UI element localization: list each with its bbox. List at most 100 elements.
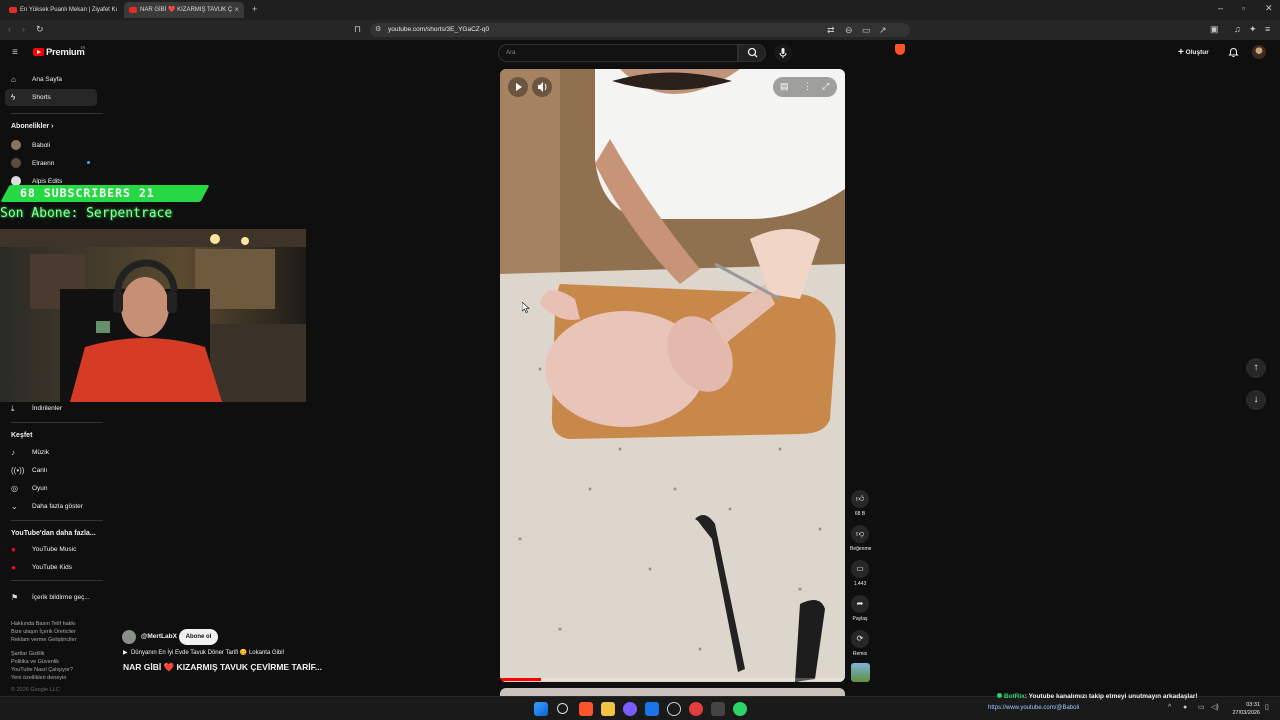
- translate-icon[interactable]: ⇄: [827, 26, 835, 35]
- volume-icon: [538, 82, 547, 92]
- youtube-logo-icon[interactable]: [33, 48, 44, 56]
- discord-icon[interactable]: [623, 702, 637, 716]
- playlist-link[interactable]: ▶ Dünyanın En İyi Evde Tavuk Döner Tarif…: [123, 649, 284, 656]
- previous-short-button[interactable]: ↑: [1246, 358, 1266, 378]
- sidebar-item-label: Müzik: [32, 449, 49, 456]
- forward-icon[interactable]: ›: [22, 25, 25, 34]
- sidebar-toggle-icon[interactable]: ▣: [1210, 25, 1219, 34]
- sidebar-item-label: Ana Sayfa: [32, 76, 62, 83]
- tab-title: NAR GİBİ ❤️ KIZARMIŞ TAVUK Ç: [140, 7, 233, 13]
- dislike-label: Beğenme: [850, 546, 872, 552]
- next-short-preview[interactable]: [500, 688, 845, 696]
- channel-avatar[interactable]: [122, 630, 136, 644]
- youtube-premium-logo[interactable]: Premium: [46, 47, 85, 58]
- more-options-icon[interactable]: ⋮: [803, 82, 812, 91]
- fullscreen-icon[interactable]: ⤢: [822, 82, 829, 91]
- new-tab-button[interactable]: +: [252, 5, 257, 14]
- bot-link[interactable]: https://www.youtube.com/@Baboli: [988, 705, 1079, 711]
- flag-icon: ⚑: [11, 593, 19, 602]
- file-explorer-icon[interactable]: [601, 702, 615, 716]
- thumbs-up-icon[interactable]: 👍︎: [851, 490, 869, 508]
- comment-icon[interactable]: ▭: [851, 560, 869, 578]
- volume-tray-icon[interactable]: ◁): [1211, 704, 1219, 711]
- next-short-button[interactable]: ↓: [1246, 390, 1266, 410]
- music-icon[interactable]: ♫: [1234, 25, 1241, 34]
- avatar[interactable]: [1252, 45, 1266, 59]
- play-button[interactable]: [508, 77, 528, 97]
- arrow-down-icon: ↓: [1253, 394, 1259, 405]
- play-icon: [516, 83, 522, 91]
- reload-icon[interactable]: ↻: [36, 25, 44, 34]
- app-gray-icon[interactable]: [711, 702, 725, 716]
- network-icon[interactable]: ▭: [1198, 704, 1205, 711]
- clock[interactable]: 03:31 27/03/2026: [1228, 701, 1260, 717]
- footer-links[interactable]: Bize ulaşın İçerik Üreticiler: [11, 628, 76, 636]
- sidebar-item-shorts-active[interactable]: [5, 89, 97, 106]
- youtube-music-icon: ●: [11, 545, 16, 554]
- remix-action[interactable]: ⟳ Remix: [850, 630, 870, 657]
- obs-icon[interactable]: [667, 702, 681, 716]
- footer-links[interactable]: Şartlar Gizlilik: [11, 650, 76, 658]
- like-action[interactable]: 👍︎ 68 B: [850, 490, 870, 517]
- mouse-cursor-icon: [522, 302, 530, 313]
- steam-icon[interactable]: [645, 702, 659, 716]
- subscriptions-heading[interactable]: Abonelikler ›: [11, 123, 53, 130]
- brave-shield-icon[interactable]: [895, 44, 905, 55]
- notification-center-icon[interactable]: ▯: [1265, 704, 1269, 711]
- share-action[interactable]: ➦ Paylaş: [850, 595, 870, 622]
- subscribe-button[interactable]: Abone ol: [179, 629, 218, 645]
- voice-search-button[interactable]: [774, 44, 792, 62]
- search-button[interactable]: [738, 44, 766, 62]
- minimize-icon[interactable]: –: [1218, 4, 1223, 13]
- dislike-action[interactable]: 👎︎ Beğenme: [850, 525, 872, 552]
- shorts-video-player[interactable]: ▤ ⋮ ⤢: [500, 69, 845, 682]
- bookmark-icon[interactable]: ⊓: [354, 25, 361, 34]
- live-icon: ((•)): [11, 466, 25, 475]
- browser-tab-bar: En Yüksek Puanlı Mekan | Ziyafet Kı NAR …: [0, 0, 1280, 20]
- notifications-bell-icon[interactable]: [1228, 47, 1239, 58]
- browser-tab-2-active[interactable]: NAR GİBİ ❤️ KIZARMIŞ TAVUK Ç ×: [124, 2, 244, 18]
- app-red-icon[interactable]: [689, 702, 703, 716]
- remix-icon[interactable]: ⟳: [851, 630, 869, 648]
- share-icon[interactable]: ➦: [851, 595, 869, 613]
- tray-app-icon[interactable]: ●: [1183, 704, 1187, 711]
- start-icon[interactable]: [534, 702, 548, 716]
- playlist-title: Dünyanın En İyi Evde Tavuk Döner Tarifi …: [130, 650, 285, 656]
- bot-name: BotRix: [1003, 693, 1025, 700]
- thumbs-down-icon[interactable]: 👎︎: [851, 525, 869, 543]
- footer-links[interactable]: Yeni özellikleri deneyin: [11, 674, 76, 682]
- footer-links[interactable]: Reklam verme Geliştiriciler: [11, 636, 76, 644]
- maximize-icon[interactable]: ▫: [1242, 4, 1245, 13]
- youtube-kids-icon: ●: [11, 563, 16, 572]
- back-icon[interactable]: ‹: [8, 25, 11, 34]
- microphone-icon: [779, 48, 787, 58]
- mute-button[interactable]: [532, 77, 552, 97]
- footer-links[interactable]: Hakkında Basın Telif hakkı: [11, 620, 76, 628]
- menu-icon[interactable]: ≡: [1265, 25, 1270, 34]
- taskbar-search-icon[interactable]: [557, 703, 568, 714]
- footer-links[interactable]: YouTube Nasıl Çalışıyor?: [11, 666, 76, 674]
- zoom-icon[interactable]: ⊖: [845, 26, 853, 35]
- share-page-icon[interactable]: ↗: [879, 26, 887, 35]
- search-input[interactable]: Ara: [498, 44, 738, 62]
- hamburger-menu-icon[interactable]: ≡: [12, 48, 18, 58]
- comment-count: 1.443: [853, 581, 867, 587]
- plus-icon: +: [1178, 47, 1184, 58]
- captions-icon[interactable]: ▤: [780, 82, 789, 91]
- screen-icon[interactable]: ▭: [862, 26, 871, 35]
- footer-links[interactable]: Politika ve Güvenlik: [11, 658, 76, 666]
- channel-handle[interactable]: @MertLabX: [141, 633, 177, 640]
- music-note-icon: ♪: [11, 448, 15, 457]
- progress-track[interactable]: [500, 678, 845, 681]
- tray-chevron-icon[interactable]: ^: [1168, 704, 1171, 711]
- close-tab-icon[interactable]: ×: [234, 2, 239, 18]
- comments-action[interactable]: ▭ 1.443: [850, 560, 870, 587]
- extensions-icon[interactable]: ✦: [1249, 25, 1257, 34]
- brave-browser-icon[interactable]: [579, 702, 593, 716]
- create-button[interactable]: + Oluştur: [1178, 46, 1216, 60]
- close-window-icon[interactable]: ✕: [1265, 4, 1273, 13]
- app-green-icon[interactable]: [733, 702, 747, 716]
- site-info-icon[interactable]: ⚙: [375, 26, 381, 33]
- browser-tab-1[interactable]: En Yüksek Puanlı Mekan | Ziyafet Kı: [4, 2, 120, 18]
- audio-thumbnail[interactable]: [851, 663, 870, 682]
